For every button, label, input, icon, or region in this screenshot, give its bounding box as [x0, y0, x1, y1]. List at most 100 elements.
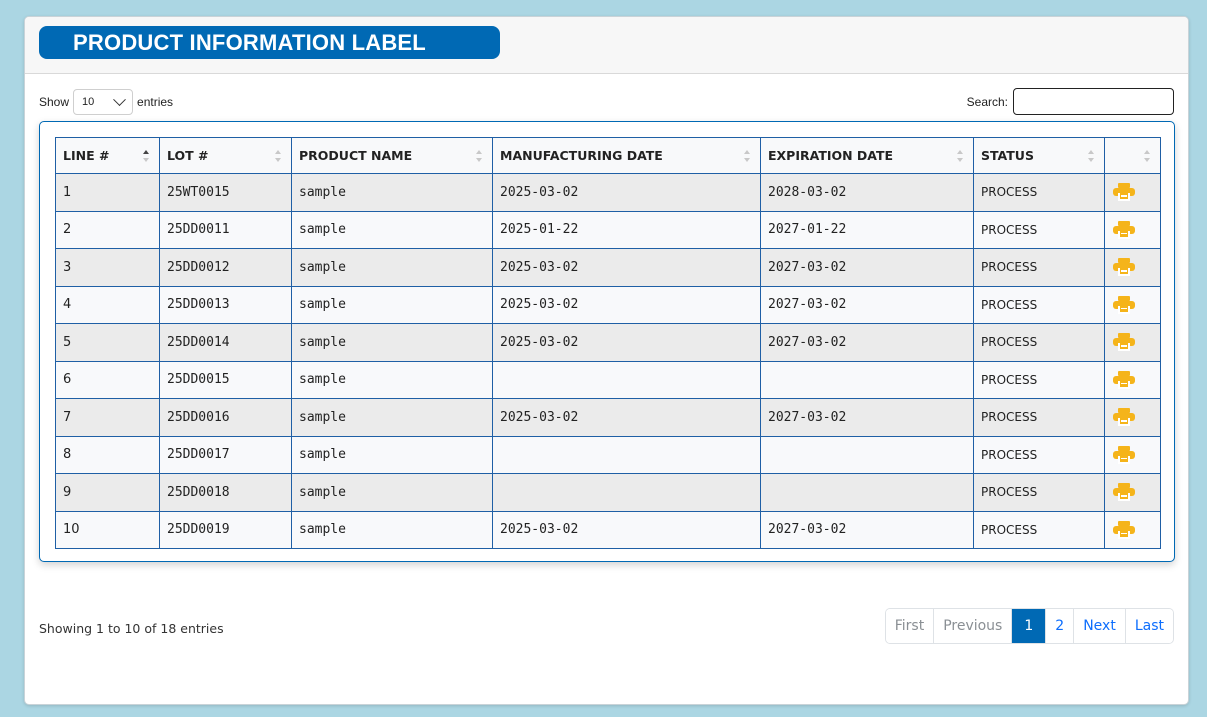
- column-header-manufacturing-date[interactable]: MANUFACTURING DATE: [492, 137, 761, 174]
- column-header-expiration-date[interactable]: EXPIRATION DATE: [760, 137, 974, 174]
- expiration-date-cell: 2027-03-02: [760, 285, 974, 324]
- actions-cell: [1104, 473, 1161, 512]
- product-name-cell: sample: [291, 323, 493, 362]
- manufacturing-date-cell: [492, 360, 761, 399]
- column-header-actions[interactable]: [1104, 137, 1161, 174]
- lot-number-cell: 25DD0011: [159, 210, 292, 249]
- page-last-button[interactable]: Last: [1125, 609, 1173, 643]
- lot-number-cell: 25DD0016: [159, 398, 292, 437]
- manufacturing-date-cell: [492, 435, 761, 474]
- entries-label: entries: [137, 95, 174, 109]
- actions-cell: [1104, 398, 1161, 437]
- line-number-cell: 7: [55, 398, 160, 437]
- expiration-date-cell: 2028-03-02: [760, 173, 974, 212]
- printer-icon[interactable]: [1113, 220, 1135, 239]
- line-number-cell: 10: [55, 510, 160, 549]
- status-cell: PROCESS: [973, 510, 1105, 549]
- entries-per-page-select[interactable]: 10: [73, 89, 134, 115]
- line-number-cell: 1: [55, 173, 160, 212]
- sort-icon: [1088, 150, 1094, 162]
- manufacturing-date-cell: 2025-03-02: [492, 173, 761, 212]
- printer-icon[interactable]: [1113, 408, 1135, 427]
- printer-icon[interactable]: [1113, 295, 1135, 314]
- table-row: 4 25DD0013 sample 2025-03-02 2027-03-02 PROCE…: [55, 285, 1161, 324]
- status-cell: PROCESS: [973, 173, 1105, 212]
- printer-icon[interactable]: [1113, 183, 1135, 202]
- product-name-cell: sample: [291, 435, 493, 474]
- expiration-date-cell: [760, 473, 974, 512]
- entries-per-page-value: 10: [82, 96, 95, 108]
- table-row: 1 25WT0015 sample 2025-03-02 2028-03-02 PROCE…: [55, 173, 1161, 212]
- page-next-button[interactable]: Next: [1074, 609, 1126, 643]
- manufacturing-date-cell: 2025-01-22: [492, 210, 761, 249]
- table-row: 2 25DD0011 sample 2025-01-22 2027-01-22 PROCE…: [55, 210, 1161, 249]
- table-body: 1 25WT0015 sample 2025-03-02 2028-03-02 PROCE…: [55, 173, 1161, 549]
- table-container: LINE # LOT # PRODUCT NAME MANUFACTURING …: [39, 121, 1175, 562]
- expiration-date-cell: 2027-01-22: [760, 210, 974, 249]
- manufacturing-date-cell: 2025-03-02: [492, 398, 761, 437]
- page-2-button[interactable]: 2: [1046, 609, 1075, 643]
- column-header-lot[interactable]: LOT #: [159, 137, 292, 174]
- expiration-date-cell: [760, 435, 974, 474]
- status-cell: PROCESS: [973, 473, 1105, 512]
- product-name-cell: sample: [291, 210, 493, 249]
- product-name-cell: sample: [291, 510, 493, 549]
- sort-asc-icon: [143, 150, 149, 162]
- pagination: First Previous 1 2 Next Last: [884, 608, 1174, 644]
- lot-number-cell: 25WT0015: [159, 173, 292, 212]
- line-number-cell: 5: [55, 323, 160, 362]
- line-number-cell: 2: [55, 210, 160, 249]
- product-name-cell: sample: [291, 360, 493, 399]
- manufacturing-date-cell: 2025-03-02: [492, 510, 761, 549]
- page-previous-button[interactable]: Previous: [934, 609, 1013, 643]
- sort-icon: [957, 150, 963, 162]
- status-cell: PROCESS: [973, 248, 1105, 287]
- printer-icon[interactable]: [1113, 483, 1135, 502]
- table-header-row: LINE # LOT # PRODUCT NAME MANUFACTURING …: [55, 137, 1161, 174]
- lot-number-cell: 25DD0017: [159, 435, 292, 474]
- status-cell: PROCESS: [973, 435, 1105, 474]
- expiration-date-cell: 2027-03-02: [760, 510, 974, 549]
- printer-icon[interactable]: [1113, 370, 1135, 389]
- expiration-date-cell: 2027-03-02: [760, 248, 974, 287]
- actions-cell: [1104, 173, 1161, 212]
- lot-number-cell: 25DD0013: [159, 285, 292, 324]
- status-cell: PROCESS: [973, 398, 1105, 437]
- manufacturing-date-cell: 2025-03-02: [492, 323, 761, 362]
- printer-icon[interactable]: [1113, 520, 1135, 539]
- printer-icon[interactable]: [1113, 445, 1135, 464]
- main-card: PRODUCT INFORMATION LABEL Show 10 entrie…: [24, 16, 1189, 705]
- product-name-cell: sample: [291, 248, 493, 287]
- printer-icon[interactable]: [1113, 258, 1135, 277]
- product-name-cell: sample: [291, 473, 493, 512]
- card-header: PRODUCT INFORMATION LABEL: [25, 17, 1188, 74]
- chevron-down-icon: [113, 92, 126, 106]
- line-number-cell: 4: [55, 285, 160, 324]
- table-row: 9 25DD0018 sample PROCESS: [55, 473, 1161, 512]
- lot-number-cell: 25DD0014: [159, 323, 292, 362]
- lot-number-cell: 25DD0018: [159, 473, 292, 512]
- printer-icon[interactable]: [1113, 333, 1135, 352]
- line-number-cell: 8: [55, 435, 160, 474]
- actions-cell: [1104, 510, 1161, 549]
- table-row: 5 25DD0014 sample 2025-03-02 2027-03-02 PROCE…: [55, 323, 1161, 362]
- sort-icon: [275, 150, 281, 162]
- column-header-line[interactable]: LINE #: [55, 137, 160, 174]
- column-header-status[interactable]: STATUS: [973, 137, 1105, 174]
- table-row: 8 25DD0017 sample PROCESS: [55, 435, 1161, 474]
- page-first-button[interactable]: First: [885, 609, 935, 643]
- manufacturing-date-cell: 2025-03-02: [492, 285, 761, 324]
- search-input[interactable]: [1013, 88, 1174, 115]
- actions-cell: [1104, 248, 1161, 287]
- status-cell: PROCESS: [973, 210, 1105, 249]
- page-1-button[interactable]: 1: [1012, 609, 1047, 643]
- line-number-cell: 9: [55, 473, 160, 512]
- lot-number-cell: 25DD0015: [159, 360, 292, 399]
- table-row: 3 25DD0012 sample 2025-03-02 2027-03-02 PROCE…: [55, 248, 1161, 287]
- line-number-cell: 3: [55, 248, 160, 287]
- actions-cell: [1104, 360, 1161, 399]
- column-header-product-name[interactable]: PRODUCT NAME: [291, 137, 493, 174]
- sort-icon: [476, 150, 482, 162]
- actions-cell: [1104, 323, 1161, 362]
- status-cell: PROCESS: [973, 360, 1105, 399]
